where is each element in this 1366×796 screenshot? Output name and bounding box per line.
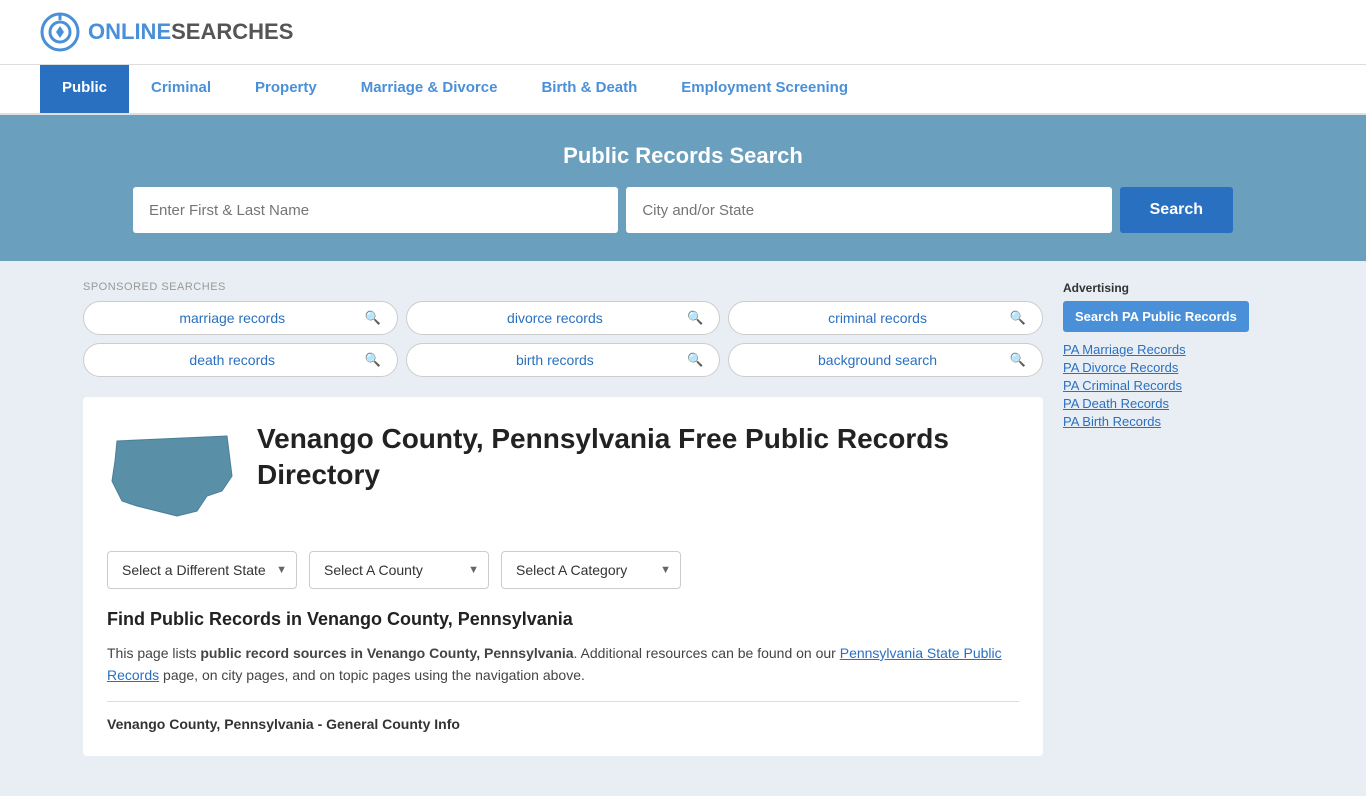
find-records-text-3: page, on city pages, and on topic pages … <box>159 667 585 683</box>
nav-item-marriage-divorce[interactable]: Marriage & Divorce <box>339 65 520 113</box>
sponsored-label: SPONSORED SEARCHES <box>83 281 1043 293</box>
search-form: Search <box>133 187 1233 233</box>
sidebar-links: PA Marriage Records PA Divorce Records P… <box>1063 342 1283 429</box>
content-area: SPONSORED SEARCHES marriage records 🔍 di… <box>83 281 1043 776</box>
sponsored-link-death[interactable]: death records <box>100 352 364 368</box>
sidebar-link-birth[interactable]: PA Birth Records <box>1063 414 1283 429</box>
find-records-bold: public record sources in Venango County,… <box>200 645 573 661</box>
find-records-text-2: . Additional resources can be found on o… <box>574 645 840 661</box>
find-records-text-1: This page lists <box>107 645 200 661</box>
sidebar-link-death[interactable]: PA Death Records <box>1063 396 1283 411</box>
search-icon-criminal: 🔍 <box>1010 310 1026 326</box>
sponsored-item-birth[interactable]: birth records 🔍 <box>406 343 721 377</box>
main-wrapper: SPONSORED SEARCHES marriage records 🔍 di… <box>63 261 1303 796</box>
header: ONLINESEARCHES <box>0 0 1366 65</box>
nav-item-birth-death[interactable]: Birth & Death <box>519 65 659 113</box>
sponsored-item-divorce[interactable]: divorce records 🔍 <box>406 301 721 335</box>
category-dropdown[interactable]: Select A Category <box>501 551 681 589</box>
sponsored-link-marriage[interactable]: marriage records <box>100 310 364 326</box>
sponsored-item-criminal[interactable]: criminal records 🔍 <box>728 301 1043 335</box>
sponsored-item-marriage[interactable]: marriage records 🔍 <box>83 301 398 335</box>
search-icon-birth: 🔍 <box>687 352 703 368</box>
main-nav: Public Criminal Property Marriage & Divo… <box>0 65 1366 115</box>
sponsored-grid: marriage records 🔍 divorce records 🔍 cri… <box>83 301 1043 377</box>
county-dropdown-wrapper: Select A County <box>309 551 489 589</box>
logo[interactable]: ONLINESEARCHES <box>40 12 293 52</box>
sidebar: Advertising Search PA Public Records PA … <box>1063 281 1283 776</box>
sponsored-searches: SPONSORED SEARCHES marriage records 🔍 di… <box>83 281 1043 377</box>
search-icon-background: 🔍 <box>1010 352 1026 368</box>
sidebar-link-divorce[interactable]: PA Divorce Records <box>1063 360 1283 375</box>
sponsored-item-death[interactable]: death records 🔍 <box>83 343 398 377</box>
sponsored-link-birth[interactable]: birth records <box>423 352 687 368</box>
search-icon-marriage: 🔍 <box>364 310 380 326</box>
search-button[interactable]: Search <box>1120 187 1233 233</box>
state-dropdown-wrapper: Select a Different State <box>107 551 297 589</box>
nav-item-employment[interactable]: Employment Screening <box>659 65 870 113</box>
county-info-bar: Venango County, Pennsylvania - General C… <box>107 701 1019 732</box>
county-dropdown[interactable]: Select A County <box>309 551 489 589</box>
sidebar-ad-label: Advertising <box>1063 281 1283 295</box>
sidebar-ad-button[interactable]: Search PA Public Records <box>1063 301 1249 332</box>
find-records-title: Find Public Records in Venango County, P… <box>107 609 1019 630</box>
sponsored-link-background[interactable]: background search <box>745 352 1009 368</box>
name-input[interactable] <box>133 187 618 233</box>
logo-text: ONLINESEARCHES <box>88 19 293 45</box>
sponsored-item-background[interactable]: background search 🔍 <box>728 343 1043 377</box>
find-records: Find Public Records in Venango County, P… <box>107 609 1019 732</box>
directory-header: Venango County, Pennsylvania Free Public… <box>107 421 1019 531</box>
sidebar-link-marriage[interactable]: PA Marriage Records <box>1063 342 1283 357</box>
county-info-label: Venango County, Pennsylvania - General C… <box>107 716 1019 732</box>
search-icon-death: 🔍 <box>364 352 380 368</box>
state-dropdown[interactable]: Select a Different State <box>107 551 297 589</box>
sidebar-link-criminal[interactable]: PA Criminal Records <box>1063 378 1283 393</box>
nav-item-public[interactable]: Public <box>40 65 129 113</box>
nav-item-criminal[interactable]: Criminal <box>129 65 233 113</box>
find-records-description: This page lists public record sources in… <box>107 642 1019 687</box>
location-input[interactable] <box>626 187 1111 233</box>
logo-icon <box>40 12 80 52</box>
sponsored-link-criminal[interactable]: criminal records <box>745 310 1009 326</box>
search-banner: Public Records Search Search <box>0 115 1366 261</box>
directory-section: Venango County, Pennsylvania Free Public… <box>83 397 1043 756</box>
search-icon-divorce: 🔍 <box>687 310 703 326</box>
directory-title: Venango County, Pennsylvania Free Public… <box>257 421 1019 494</box>
pa-map-icon <box>107 421 237 531</box>
category-dropdown-wrapper: Select A Category <box>501 551 681 589</box>
sponsored-link-divorce[interactable]: divorce records <box>423 310 687 326</box>
search-banner-title: Public Records Search <box>40 143 1326 169</box>
nav-item-property[interactable]: Property <box>233 65 339 113</box>
dropdowns-row: Select a Different State Select A County… <box>107 551 1019 589</box>
